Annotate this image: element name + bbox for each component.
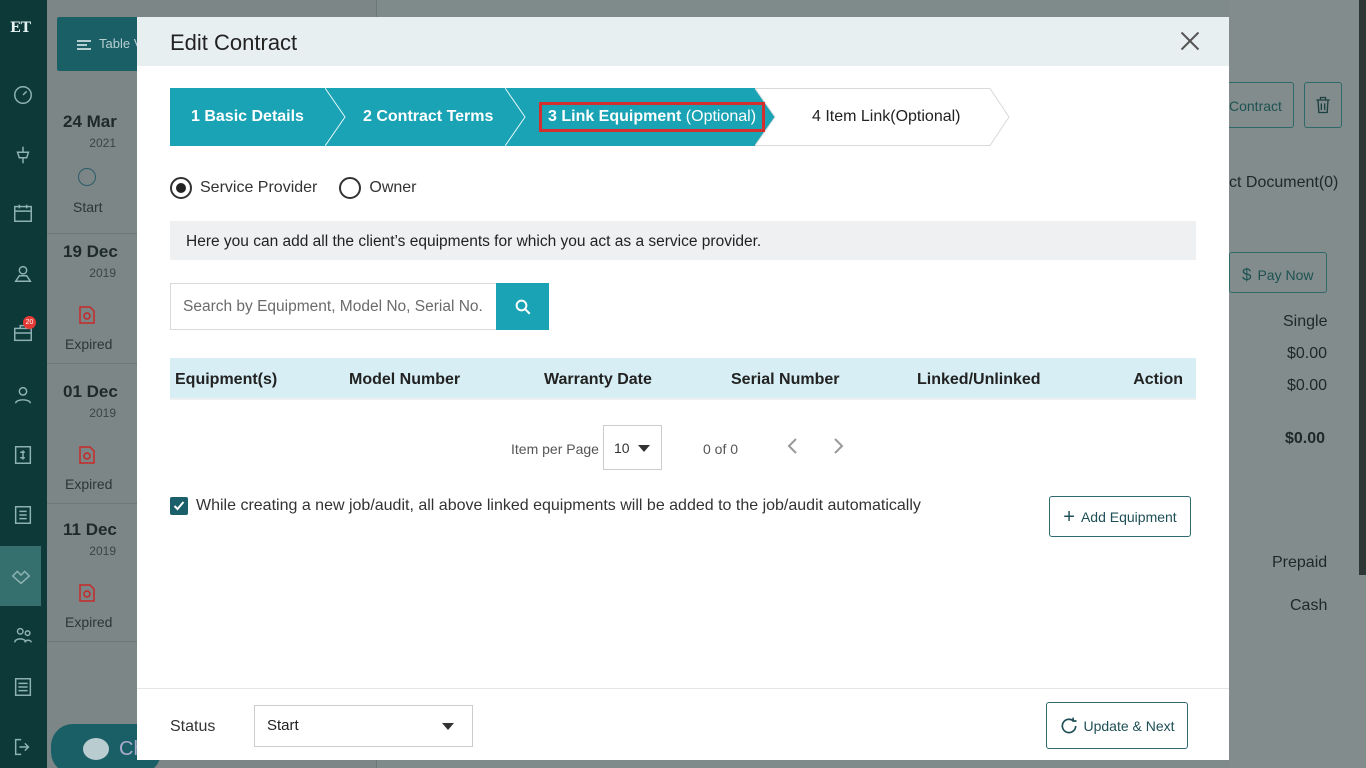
- add-equipment-button[interactable]: + Add Equipment: [1049, 496, 1191, 537]
- team-icon[interactable]: [8, 620, 38, 650]
- delete-button[interactable]: [1304, 82, 1342, 128]
- owner-radio[interactable]: [339, 177, 362, 199]
- auto-add-equipment-option: While creating a new job/audit, all abov…: [170, 497, 921, 515]
- checkmark-icon: [173, 501, 185, 511]
- wizard-steps: 1 Basic Details 2 Contract Terms 3 Link …: [170, 88, 1010, 146]
- dollar-icon: $: [1242, 265, 1252, 284]
- modal-header: Edit Contract: [137, 17, 1229, 66]
- owner-label: Owner: [369, 179, 417, 196]
- step-basic-details[interactable]: 1 Basic Details: [170, 88, 345, 146]
- settings-sliders-icon[interactable]: [8, 672, 38, 702]
- dropdown-arrow-icon: [442, 723, 454, 730]
- column-warranty-date[interactable]: Warranty Date: [544, 371, 652, 389]
- app-logo: ET: [10, 20, 32, 36]
- auto-add-label: While creating a new job/audit, all abov…: [196, 497, 921, 514]
- modal-footer: Status Start Update & Next: [137, 688, 1229, 760]
- plus-icon: +: [1063, 505, 1075, 528]
- map-pin-icon[interactable]: [8, 258, 38, 288]
- step-contract-terms[interactable]: 2 Contract Terms: [325, 88, 525, 146]
- search-icon: [515, 299, 530, 314]
- next-page-icon[interactable]: [831, 437, 845, 455]
- logout-icon[interactable]: [8, 732, 38, 762]
- invoice-icon[interactable]: [8, 440, 38, 470]
- equipment-search-input[interactable]: [170, 283, 496, 330]
- step-item-link[interactable]: 4 Item Link(Optional): [755, 88, 1010, 146]
- close-icon[interactable]: [1179, 30, 1201, 52]
- equipment-search: [170, 283, 550, 330]
- column-serial-number[interactable]: Serial Number: [731, 371, 839, 389]
- column-action[interactable]: Action: [1133, 371, 1183, 389]
- column-equipment[interactable]: Equipment(s): [175, 371, 277, 389]
- dashboard-icon[interactable]: [8, 80, 38, 110]
- expired-document-icon: [79, 446, 95, 464]
- contract-date-row[interactable]: 01 Dec 2019 Expired: [47, 366, 137, 504]
- pay-now-button[interactable]: $ Pay Now: [1229, 252, 1327, 293]
- trash-icon: [1316, 96, 1330, 114]
- contract-date-row[interactable]: 24 Mar 2021 Start: [47, 96, 137, 234]
- calendar-icon[interactable]: [8, 198, 38, 228]
- dropdown-arrow-icon: [638, 445, 650, 452]
- equipment-table-header: Equipment(s) Model Number Warranty Date …: [170, 358, 1196, 400]
- column-model-number[interactable]: Model Number: [349, 371, 460, 389]
- pen-tool-icon[interactable]: [8, 140, 38, 170]
- contract-date-row[interactable]: 11 Dec 2019 Expired: [47, 504, 137, 642]
- list-icon[interactable]: [8, 500, 38, 530]
- edit-contract-modal: Edit Contract 1 Basic Details 2 Contract…: [137, 17, 1229, 760]
- status-label: Status: [170, 718, 216, 735]
- left-navigation: ET 20: [0, 0, 47, 768]
- info-banner: Here you can add all the client’s equipm…: [170, 221, 1196, 260]
- expired-document-icon: [79, 306, 95, 324]
- active-step-highlight: 3 Link Equipment (Optional): [539, 102, 766, 132]
- role-radio-group: Service Provider Owner: [170, 177, 417, 199]
- items-per-page-select[interactable]: 10: [603, 425, 662, 470]
- contract-date-row[interactable]: 19 Dec 2019 Expired: [47, 226, 137, 364]
- briefcase-icon[interactable]: 20: [8, 316, 38, 348]
- step-link-equipment[interactable]: 3 Link Equipment (Optional): [505, 88, 775, 146]
- pagination-range: 0 of 0: [703, 441, 739, 457]
- previous-page-icon[interactable]: [786, 437, 800, 455]
- status-circle-icon: [78, 168, 96, 186]
- search-button[interactable]: [496, 283, 549, 330]
- page-scrollbar[interactable]: [1359, 0, 1366, 575]
- chat-bubble-icon: [83, 738, 109, 760]
- expired-document-icon: [79, 584, 95, 602]
- notification-badge: 20: [23, 316, 36, 329]
- service-provider-label: Service Provider: [200, 179, 318, 196]
- table-view-button[interactable]: Table V: [57, 17, 147, 71]
- modal-title: Edit Contract: [170, 30, 298, 55]
- auto-add-checkbox[interactable]: [170, 497, 188, 515]
- service-provider-radio[interactable]: [170, 177, 192, 199]
- items-per-page-label: Item per Page: [511, 441, 599, 457]
- document-tab[interactable]: ct Document(0): [1229, 174, 1338, 192]
- column-linked-unlinked[interactable]: Linked/Unlinked: [917, 371, 1041, 389]
- contracts-handshake-icon[interactable]: [0, 546, 41, 606]
- update-next-button[interactable]: Update & Next: [1046, 702, 1188, 749]
- status-select[interactable]: Start: [254, 705, 473, 747]
- user-icon[interactable]: [8, 380, 38, 410]
- refresh-icon: [1061, 717, 1077, 733]
